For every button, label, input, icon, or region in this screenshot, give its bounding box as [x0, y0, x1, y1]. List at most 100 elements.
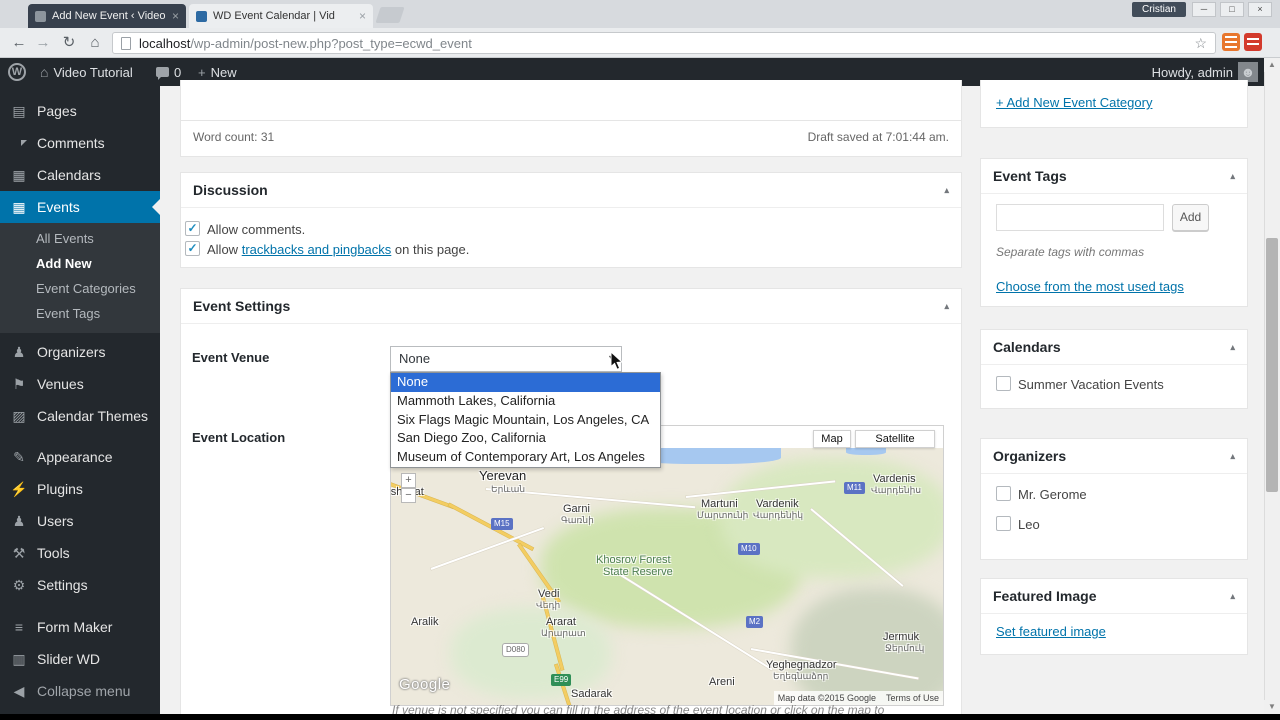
home-icon: ⌂: [40, 64, 49, 80]
word-count: Word count: 31: [193, 130, 275, 144]
satellite-view-button[interactable]: Satellite: [855, 430, 935, 448]
sidebar-item-pages[interactable]: ▤ Pages: [0, 95, 160, 127]
organizer-checkbox[interactable]: [996, 486, 1011, 501]
calendar-checkbox[interactable]: [996, 376, 1011, 391]
featured-image-header[interactable]: Featured Image ▴: [981, 579, 1247, 614]
comments-moderation-link[interactable]: 0: [156, 58, 181, 86]
sidebar-item-slider-wd[interactable]: ▥ Slider WD: [0, 643, 160, 675]
sidebar-item-users[interactable]: ♟ Users: [0, 505, 160, 537]
address-bar[interactable]: localhost /wp-admin/post-new.php?post_ty…: [112, 32, 1216, 54]
event-venue-select[interactable]: None ▾: [390, 346, 622, 372]
back-icon[interactable]: ←: [8, 33, 30, 53]
scrollbar-thumb[interactable]: [1266, 238, 1278, 492]
slider-icon: ▥: [12, 650, 26, 667]
calendars-header[interactable]: Calendars ▴: [981, 330, 1247, 365]
tab-close-icon[interactable]: ×: [172, 9, 179, 23]
map-label: Yerevan: [479, 468, 527, 483]
extension-icon-orange[interactable]: [1222, 33, 1240, 51]
map-data-credit: Map data ©2015 Google: [777, 693, 876, 703]
gear-icon: ⚙: [12, 576, 26, 593]
user-avatar: ☻: [1238, 62, 1258, 82]
sidebar-item-label: Organizers: [37, 344, 106, 360]
terms-of-use-link[interactable]: Terms of Use: [886, 693, 939, 703]
extension-icon-red[interactable]: [1244, 33, 1262, 51]
most-used-tags-link[interactable]: Choose from the most used tags: [996, 279, 1184, 294]
calendar-icon: ▦: [12, 166, 26, 183]
sidebar-item-plugins[interactable]: ⚡ Plugins: [0, 473, 160, 505]
plugin-icon: ⚡: [10, 480, 28, 497]
map-view-button[interactable]: Map: [813, 430, 851, 448]
discussion-header[interactable]: Discussion ▴: [181, 173, 961, 208]
map-label: Ջերմուկ: [885, 643, 925, 653]
collapse-toggle-icon[interactable]: ▴: [1230, 451, 1235, 462]
map-label: Areni: [709, 676, 735, 688]
collapse-toggle-icon[interactable]: ▴: [1230, 342, 1235, 353]
window-close-button[interactable]: ×: [1248, 2, 1272, 17]
allow-trackbacks-label: Allow trackbacks and pingbacks on this p…: [207, 242, 470, 257]
browser-tab-wordpress[interactable]: Add New Event ‹ Video Tu ×: [28, 4, 186, 28]
tab-close-icon[interactable]: ×: [359, 9, 366, 23]
panel-title: Featured Image: [993, 588, 1097, 604]
organizer-item-label: Leo: [1018, 517, 1040, 532]
dropdown-option-sixflags[interactable]: Six Flags Magic Mountain, Los Angeles, C…: [391, 411, 660, 430]
organizers-header[interactable]: Organizers ▴: [981, 439, 1247, 474]
event-tags-header[interactable]: Event Tags ▴: [981, 159, 1247, 194]
submenu-add-new[interactable]: Add New: [36, 256, 92, 271]
collapse-menu-button[interactable]: ◀ Collapse menu: [0, 676, 160, 706]
sidebar-item-comments[interactable]: Comments: [0, 127, 160, 159]
sidebar-item-organizers[interactable]: ♟ Organizers: [0, 336, 160, 368]
dropdown-option-sandiego[interactable]: San Diego Zoo, California: [391, 429, 660, 448]
window-maximize-button[interactable]: □: [1220, 2, 1244, 17]
browser-profile-badge[interactable]: Cristian: [1132, 2, 1186, 17]
zoom-out-button[interactable]: −: [401, 488, 416, 503]
bookmark-star-icon[interactable]: ☆: [1194, 35, 1207, 52]
submenu-event-categories[interactable]: Event Categories: [36, 281, 136, 296]
wp-logo-menu[interactable]: W: [8, 58, 26, 86]
collapse-toggle-icon[interactable]: ▴: [1230, 591, 1235, 602]
allow-comments-checkbox[interactable]: ✓: [185, 221, 200, 236]
dropdown-option-none[interactable]: None: [391, 373, 660, 392]
sidebar-item-form-maker[interactable]: ≡ Form Maker: [0, 611, 160, 643]
set-featured-image-link[interactable]: Set featured image: [996, 624, 1106, 639]
submenu-all-events[interactable]: All Events: [36, 231, 94, 246]
tags-input[interactable]: [996, 204, 1164, 231]
trackbacks-link[interactable]: trackbacks and pingbacks: [242, 242, 392, 257]
browser-titlebar: Add New Event ‹ Video Tu × WD Event Cale…: [0, 0, 1280, 28]
map-canvas[interactable]: Yerevan Երևան arshapat Garni Գառնի Martu…: [391, 448, 943, 705]
add-new-event-category-link[interactable]: + Add New Event Category: [996, 95, 1152, 110]
collapse-toggle-icon[interactable]: ▴: [944, 301, 949, 312]
dropdown-option-mammoth[interactable]: Mammoth Lakes, California: [391, 392, 660, 411]
brush-icon: ✎: [13, 448, 25, 465]
scroll-down-icon[interactable]: ▼: [1264, 700, 1280, 714]
organizer-checkbox[interactable]: [996, 516, 1011, 531]
map-label: Yeghegnadzor: [766, 659, 837, 671]
reload-icon[interactable]: ↻: [58, 33, 80, 53]
map-label: Վեդի: [536, 600, 561, 610]
collapse-toggle-icon[interactable]: ▴: [944, 185, 949, 196]
dropdown-option-moca[interactable]: Museum of Contemporary Art, Los Angeles: [391, 448, 660, 467]
sidebar-item-events[interactable]: ▦ Events: [0, 191, 160, 223]
new-tab-button[interactable]: [375, 7, 405, 23]
submenu-event-tags[interactable]: Event Tags: [36, 306, 100, 321]
home-icon[interactable]: ⌂: [84, 33, 106, 53]
sidebar-item-calendar-themes[interactable]: ▨ Calendar Themes: [0, 400, 160, 432]
sidebar-item-settings[interactable]: ⚙ Settings: [0, 569, 160, 601]
sidebar-item-appearance[interactable]: ✎ Appearance: [0, 441, 160, 473]
collapse-toggle-icon[interactable]: ▴: [1230, 171, 1235, 182]
browser-tab-calendar[interactable]: WD Event Calendar | Vid ×: [189, 4, 373, 28]
zoom-in-button[interactable]: +: [401, 473, 416, 488]
scroll-up-icon[interactable]: ▲: [1264, 58, 1280, 72]
visit-site-link[interactable]: ⌂ Video Tutorial: [40, 58, 133, 86]
allow-trackbacks-checkbox[interactable]: ✓: [185, 241, 200, 256]
forward-icon[interactable]: →: [32, 33, 54, 53]
tab-title: Add New Event ‹ Video Tu: [52, 10, 166, 22]
add-tag-button[interactable]: Add: [1172, 204, 1209, 231]
sidebar-item-tools[interactable]: ⚒ Tools: [0, 537, 160, 569]
map-label: Jermuk: [883, 631, 920, 643]
sidebar-item-venues[interactable]: ⚑ Venues: [0, 368, 160, 400]
sidebar-item-label: Slider WD: [37, 651, 101, 667]
event-settings-header[interactable]: Event Settings ▴: [181, 289, 961, 324]
sidebar-item-calendars[interactable]: ▦ Calendars: [0, 159, 160, 191]
map-label: Vedi: [538, 588, 560, 600]
window-minimize-button[interactable]: ─: [1192, 2, 1216, 17]
